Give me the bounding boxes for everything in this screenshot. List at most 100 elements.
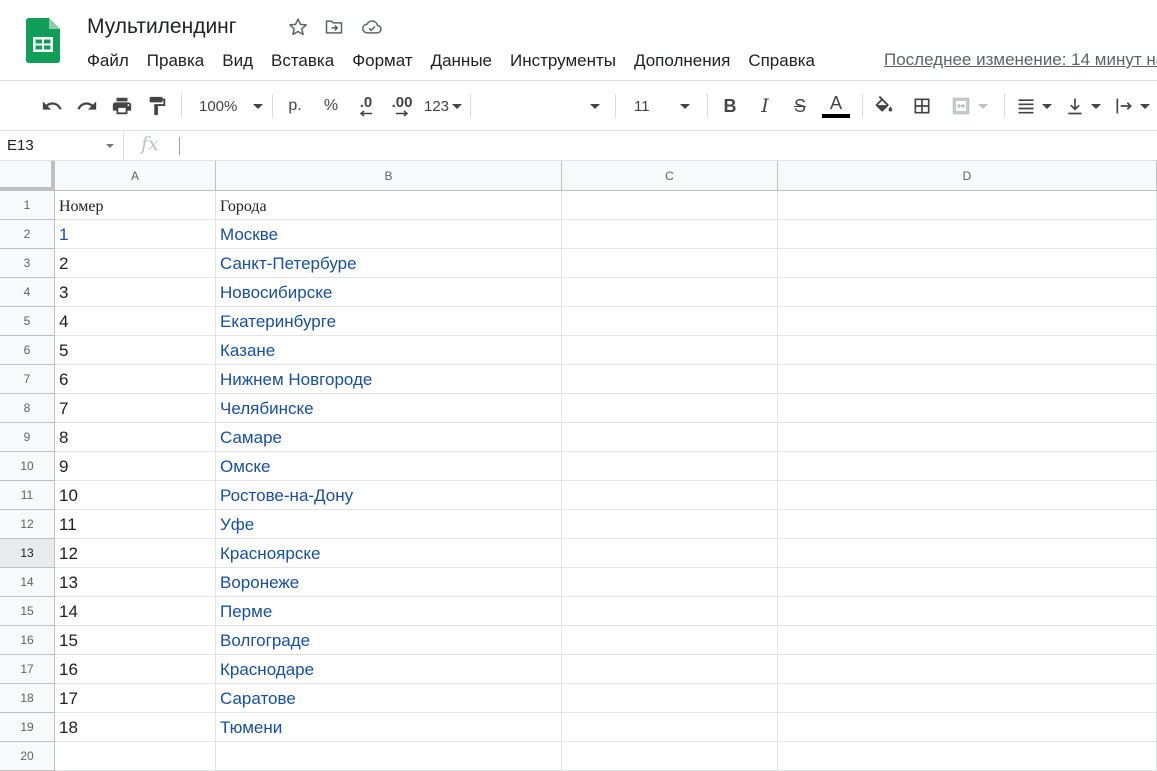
city-cell[interactable]: Екатеринбурге [216, 307, 562, 336]
city-cell[interactable]: Уфе [216, 510, 562, 539]
cell[interactable] [778, 452, 1157, 481]
number-cell[interactable]: 17 [55, 684, 216, 713]
menu-file[interactable]: Файл [78, 49, 138, 73]
cell[interactable] [562, 336, 778, 365]
borders-icon[interactable] [908, 93, 936, 119]
cell[interactable] [562, 249, 778, 278]
text-color-button[interactable]: A [820, 93, 852, 119]
increase-decimal-button[interactable]: .00 [386, 93, 418, 119]
paint-format-icon[interactable] [143, 93, 171, 119]
row-header[interactable]: 12 [0, 510, 55, 539]
cell[interactable] [55, 742, 216, 771]
number-cell[interactable]: 9 [55, 452, 216, 481]
cell[interactable] [778, 307, 1157, 336]
document-title[interactable]: Мультилендинг [87, 13, 236, 41]
cell[interactable] [562, 626, 778, 655]
menu-tools[interactable]: Инструменты [501, 49, 625, 73]
city-cell[interactable]: Новосибирске [216, 278, 562, 307]
number-cell[interactable]: 1 [55, 220, 216, 249]
cell[interactable] [562, 220, 778, 249]
menu-data[interactable]: Данные [422, 49, 501, 73]
cell[interactable] [778, 278, 1157, 307]
cell[interactable] [778, 684, 1157, 713]
header-cell-cities[interactable]: Города [216, 191, 562, 220]
city-cell[interactable]: Челябинске [216, 394, 562, 423]
currency-format-button[interactable]: р. [281, 93, 309, 119]
city-cell[interactable]: Ростове-на-Дону [216, 481, 562, 510]
cell[interactable] [778, 249, 1157, 278]
row-header[interactable]: 19 [0, 713, 55, 742]
row-header[interactable]: 11 [0, 481, 55, 510]
cell[interactable] [562, 307, 778, 336]
row-header[interactable]: 4 [0, 278, 55, 307]
city-cell[interactable]: Омске [216, 452, 562, 481]
cell[interactable] [562, 452, 778, 481]
cell[interactable] [778, 191, 1157, 220]
cell[interactable] [778, 742, 1157, 771]
row-header[interactable]: 16 [0, 626, 55, 655]
cloud-saved-icon[interactable] [360, 15, 384, 39]
city-cell[interactable]: Воронеже [216, 568, 562, 597]
percent-format-button[interactable]: % [317, 93, 345, 119]
number-cell[interactable]: 7 [55, 394, 216, 423]
star-icon[interactable] [286, 15, 310, 39]
menu-insert[interactable]: Вставка [262, 49, 343, 73]
row-header[interactable]: 20 [0, 742, 55, 771]
cell[interactable] [778, 510, 1157, 539]
redo-icon[interactable] [73, 93, 101, 119]
menu-help[interactable]: Справка [739, 49, 824, 73]
cell[interactable] [562, 568, 778, 597]
cell[interactable] [562, 510, 778, 539]
city-cell[interactable]: Казане [216, 336, 562, 365]
cell[interactable] [562, 684, 778, 713]
print-icon[interactable] [108, 93, 136, 119]
row-header[interactable]: 18 [0, 684, 55, 713]
zoom-select[interactable]: 100% [193, 93, 269, 119]
cell[interactable] [778, 394, 1157, 423]
select-all-corner[interactable] [0, 161, 55, 191]
fill-color-icon[interactable] [870, 93, 898, 119]
number-cell[interactable]: 5 [55, 336, 216, 365]
number-cell[interactable]: 14 [55, 597, 216, 626]
strikethrough-button[interactable]: S [786, 93, 814, 119]
name-box[interactable]: E13 [0, 131, 124, 160]
horizontal-align-icon[interactable] [1012, 93, 1056, 119]
cell[interactable] [562, 278, 778, 307]
row-header[interactable]: 5 [0, 307, 55, 336]
column-header-d[interactable]: D [778, 161, 1157, 191]
cell[interactable] [778, 220, 1157, 249]
city-cell[interactable]: Красноярске [216, 539, 562, 568]
city-cell[interactable]: Волгограде [216, 626, 562, 655]
city-cell[interactable]: Краснодаре [216, 655, 562, 684]
last-edit-link[interactable]: Последнее изменение: 14 минут назад [884, 50, 1157, 70]
cell[interactable] [562, 713, 778, 742]
cell[interactable] [562, 597, 778, 626]
merge-cells-icon[interactable] [944, 93, 994, 119]
number-cell[interactable]: 13 [55, 568, 216, 597]
cell[interactable] [562, 394, 778, 423]
city-cell[interactable]: Нижнем Новгороде [216, 365, 562, 394]
font-size-select[interactable]: 11 [624, 93, 700, 119]
vertical-align-icon[interactable] [1062, 93, 1104, 119]
italic-button[interactable]: I [751, 93, 779, 119]
cell[interactable] [778, 568, 1157, 597]
bold-button[interactable]: B [716, 93, 744, 119]
cell[interactable] [562, 481, 778, 510]
column-header-a[interactable]: A [55, 161, 216, 191]
cell[interactable] [778, 365, 1157, 394]
cell[interactable] [562, 742, 778, 771]
column-header-c[interactable]: C [562, 161, 778, 191]
row-header[interactable]: 9 [0, 423, 55, 452]
city-cell[interactable]: Перме [216, 597, 562, 626]
city-cell[interactable]: Москве [216, 220, 562, 249]
formula-input[interactable] [190, 131, 1150, 160]
number-cell[interactable]: 10 [55, 481, 216, 510]
number-cell[interactable]: 15 [55, 626, 216, 655]
cell[interactable] [562, 191, 778, 220]
row-header[interactable]: 13 [0, 539, 55, 568]
number-cell[interactable]: 18 [55, 713, 216, 742]
city-cell[interactable]: Самаре [216, 423, 562, 452]
menu-edit[interactable]: Правка [138, 49, 213, 73]
number-cell[interactable]: 2 [55, 249, 216, 278]
row-header[interactable]: 17 [0, 655, 55, 684]
